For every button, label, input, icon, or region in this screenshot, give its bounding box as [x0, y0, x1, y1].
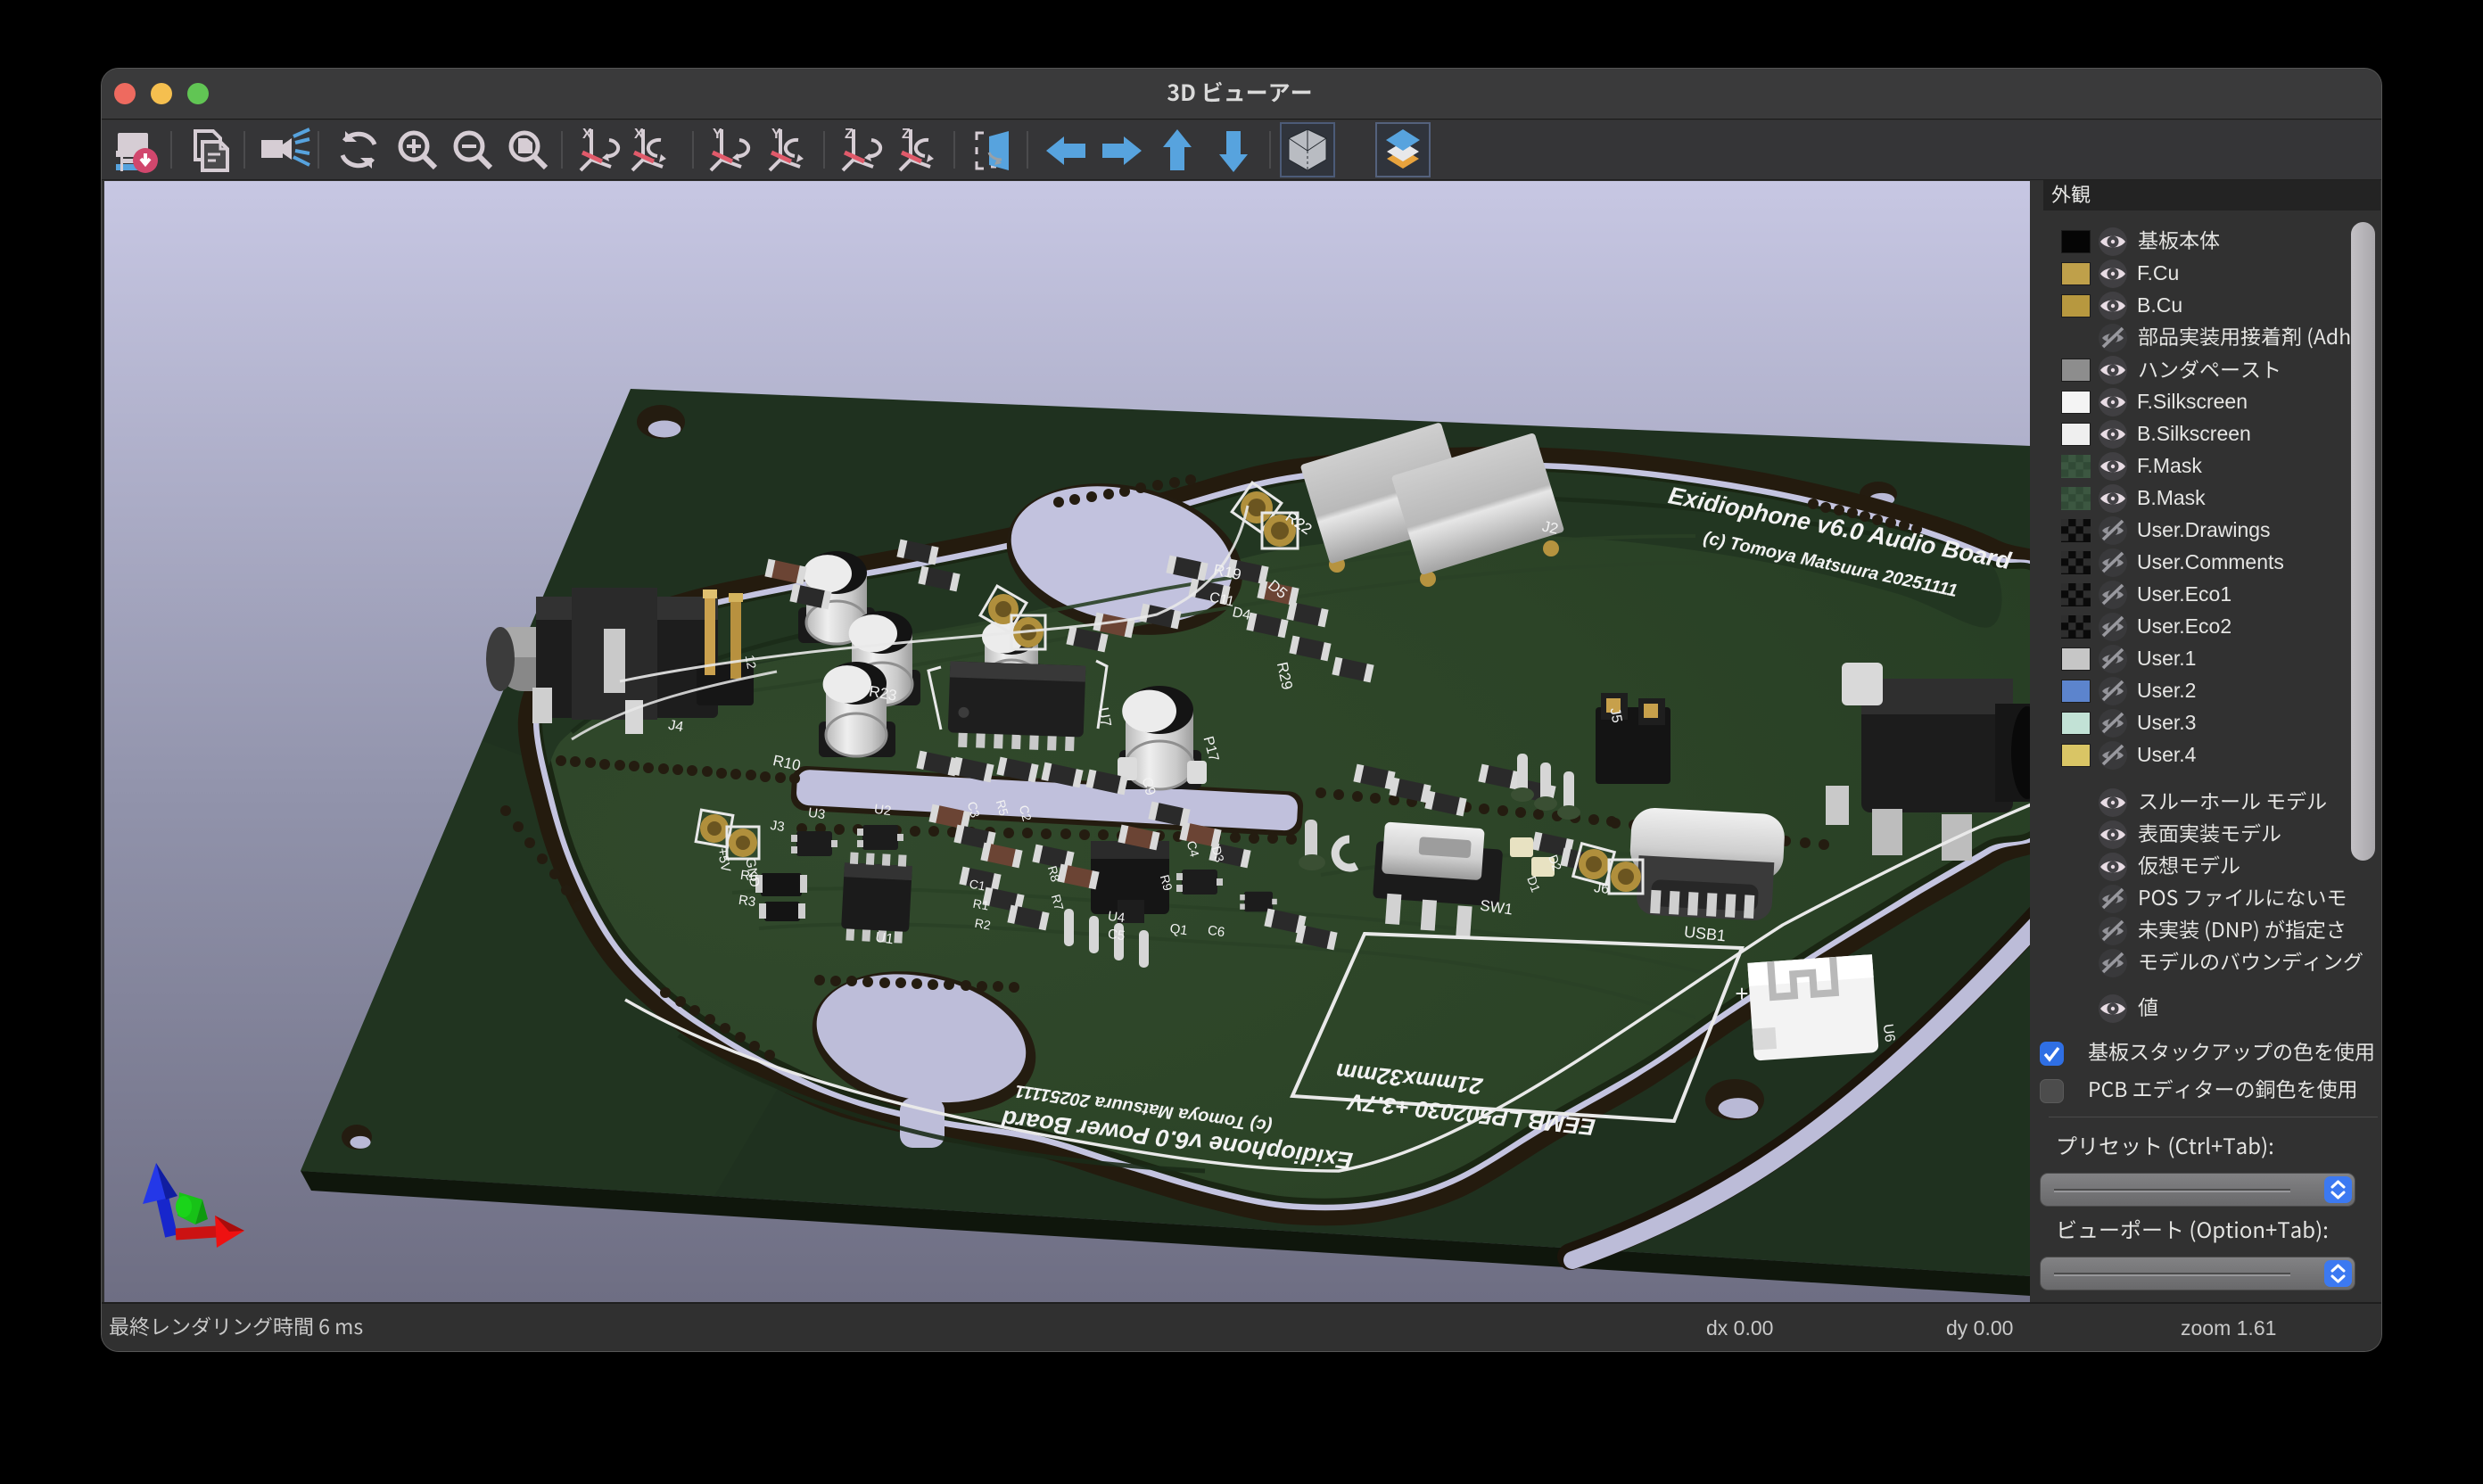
svg-text:U4: U4	[1107, 909, 1126, 927]
svg-text:U1: U1	[874, 930, 895, 948]
svg-text:J3: J3	[770, 818, 786, 835]
svg-text:+: +	[1735, 980, 1748, 1007]
svg-text:U6: U6	[1880, 1023, 1898, 1043]
svg-text:J6: J6	[1593, 880, 1610, 897]
svg-text:12: 12	[743, 654, 759, 670]
svg-text:R2: R2	[974, 916, 993, 933]
svg-text:R3: R3	[738, 893, 756, 911]
svg-text:R1: R1	[972, 896, 991, 913]
svg-text:U3: U3	[807, 805, 826, 823]
svg-text:Q1: Q1	[1169, 921, 1189, 939]
svg-text:C6: C6	[1207, 923, 1225, 941]
svg-text:U2: U2	[873, 802, 892, 820]
svg-text:U7: U7	[1094, 706, 1114, 729]
svg-text:C5: C5	[1107, 927, 1126, 944]
svg-text:R6: R6	[739, 868, 758, 886]
svg-text:J4: J4	[667, 718, 685, 736]
svg-text:C1: C1	[969, 877, 987, 894]
svg-text:J5: J5	[1607, 706, 1625, 724]
